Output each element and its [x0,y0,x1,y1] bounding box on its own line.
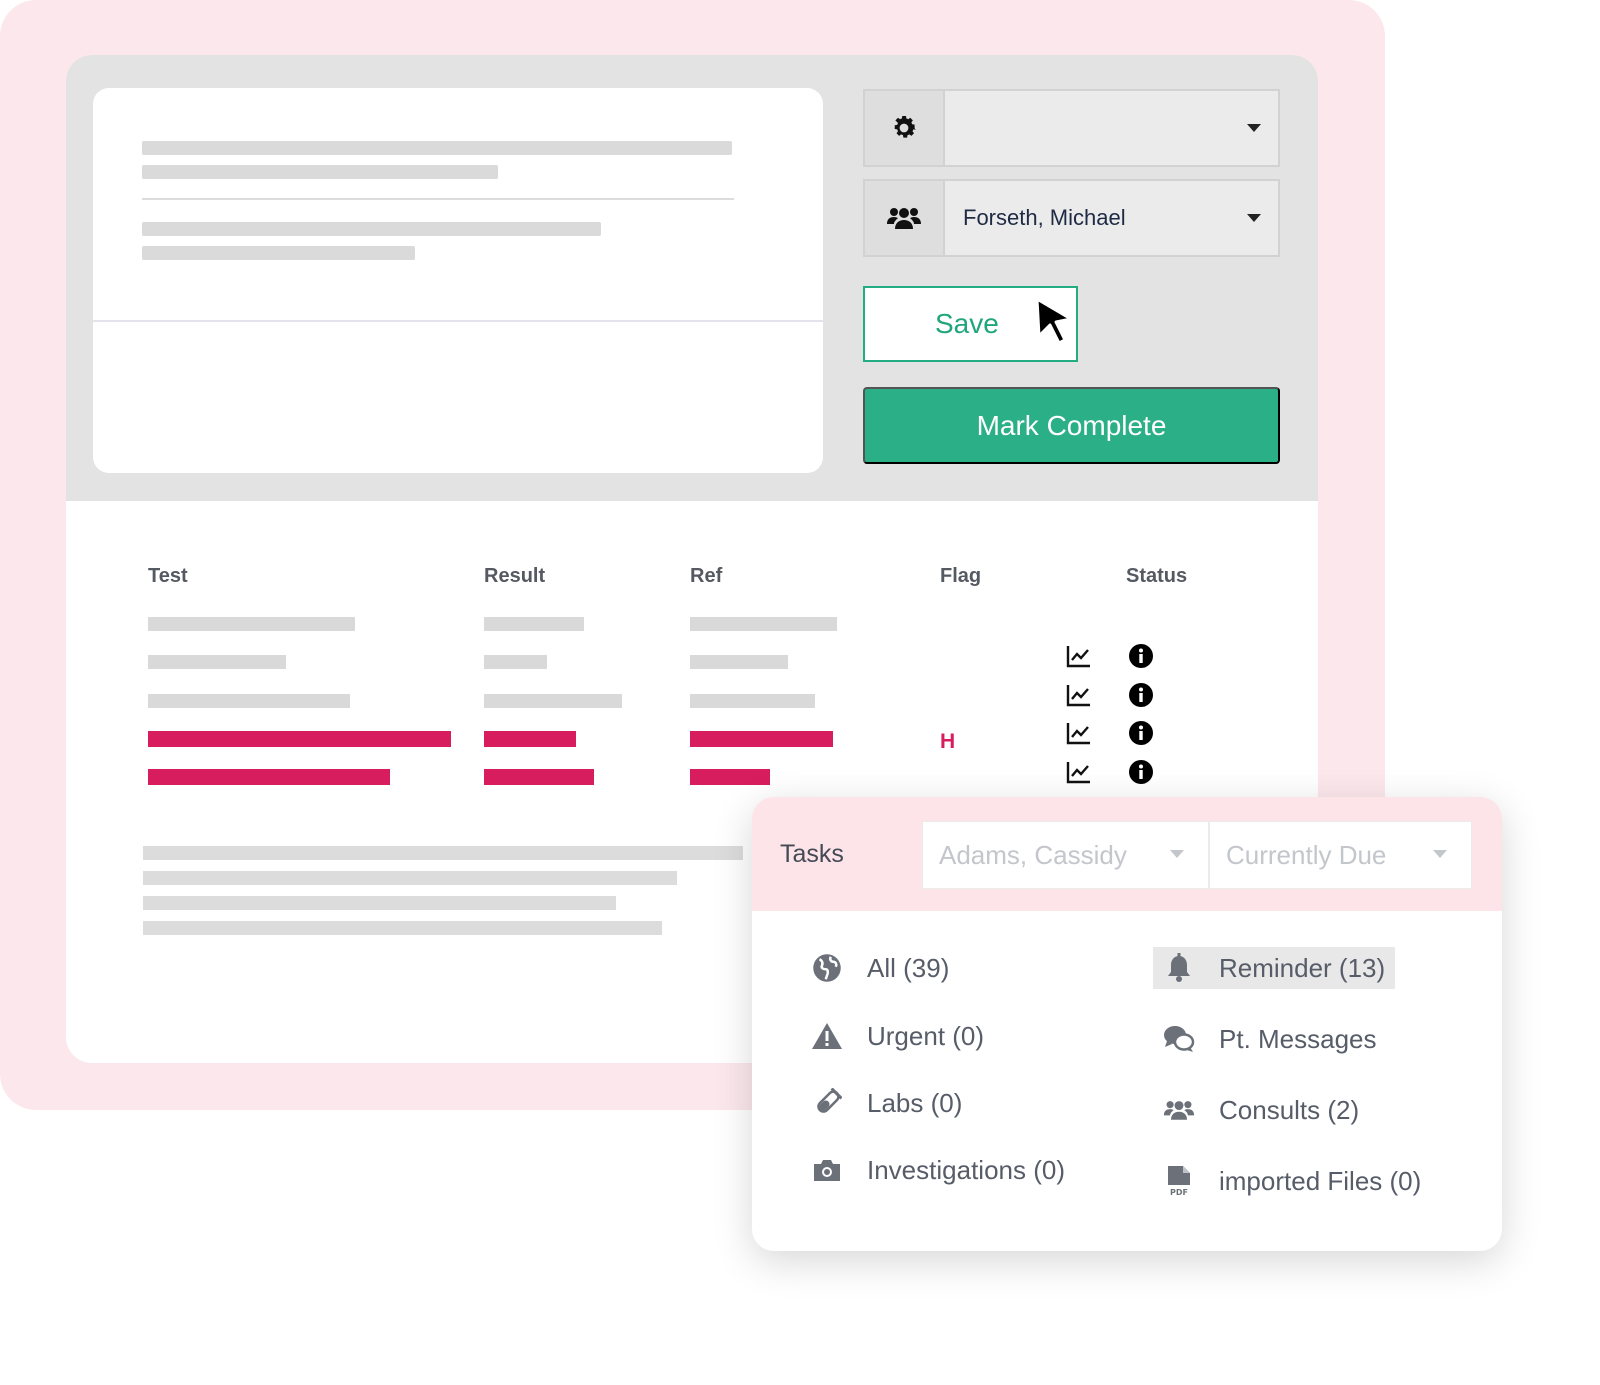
task-category-pt-messages[interactable]: Pt. Messages [1163,1018,1377,1060]
table-cell-test [148,655,286,669]
due-filter-value: Currently Due [1226,839,1387,870]
table-cell-ref [690,617,837,631]
tasks-panel: Tasks Adams, Cassidy Currently Due All (… [752,797,1502,1251]
column-header-result: Result [484,565,546,587]
chat-bubbles-icon [1163,1023,1195,1055]
chevron-down-icon [1230,91,1278,165]
chevron-down-icon [1433,850,1447,858]
warning-icon [811,1020,843,1052]
table-cell-result [484,617,584,631]
task-category-label: Labs (0) [867,1087,963,1118]
trend-chart-icon[interactable] [1066,683,1092,707]
note-text-line [142,246,415,260]
settings-select-value [945,91,1230,165]
people-icon [865,181,945,255]
people-icon [1163,1094,1195,1126]
task-category-label: Pt. Messages [1219,1023,1377,1054]
info-icon[interactable] [1129,760,1153,784]
note-text-line [142,165,498,179]
task-category-label: All (39) [867,952,950,983]
note-divider [93,320,823,322]
due-filter-dropdown[interactable]: Currently Due [1209,821,1472,889]
settings-select[interactable] [863,89,1280,167]
comment-text-line [143,846,743,860]
task-category-label: Reminder (13) [1219,952,1386,983]
task-category-reminder[interactable]: Reminder (13) [1153,947,1396,989]
mouse-cursor-icon [1035,297,1073,345]
info-icon[interactable] [1129,721,1153,745]
table-cell-test [148,694,350,708]
table-cell-test-abnormal [148,731,451,747]
trend-chart-icon[interactable] [1066,721,1092,745]
table-cell-result-abnormal [484,731,576,747]
table-cell-ref [690,694,815,708]
pdf-file-icon: PDF [1163,1165,1195,1197]
table-cell-ref-abnormal [690,769,770,785]
note-text-line [142,222,601,236]
trend-chart-icon[interactable] [1066,644,1092,668]
mark-complete-button[interactable]: Mark Complete [863,387,1280,464]
table-cell-result-abnormal [484,769,594,785]
task-category-label: Investigations (0) [867,1154,1065,1185]
assignee-select-value: Forseth, Michael [963,205,1126,230]
info-icon[interactable] [1129,683,1153,707]
column-header-flag: Flag [940,565,982,587]
task-category-investigations[interactable]: Investigations (0) [811,1149,1065,1191]
task-category-label: Consults (2) [1219,1094,1360,1125]
tasks-title: Tasks [780,840,844,868]
gear-icon [865,91,945,165]
note-text-line [142,141,732,155]
svg-text:PDF: PDF [1170,1188,1188,1197]
assignee-select[interactable]: Forseth, Michael [863,179,1280,257]
flag-high: H [940,730,956,753]
table-cell-result [484,694,622,708]
task-category-urgent[interactable]: Urgent (0) [811,1015,984,1057]
task-category-consults[interactable]: Consults (2) [1163,1089,1359,1131]
globe-icon [811,952,843,984]
trend-chart-icon[interactable] [1066,760,1092,784]
note-card[interactable] [93,88,823,473]
table-cell-test [148,617,355,631]
tasks-header: Tasks Adams, Cassidy Currently Due [752,797,1502,911]
table-cell-test-abnormal [148,769,390,785]
info-icon[interactable] [1129,644,1153,668]
column-header-ref: Ref [690,565,723,587]
task-category-all[interactable]: All (39) [811,947,949,989]
table-cell-result [484,655,547,669]
camera-icon [811,1154,843,1186]
table-cell-ref-abnormal [690,731,833,747]
chevron-down-icon [1170,850,1184,858]
test-tube-icon [811,1087,843,1119]
task-category-labs[interactable]: Labs (0) [811,1082,962,1124]
table-cell-ref [690,655,788,669]
comment-text-line [143,871,677,885]
comment-text-line [143,896,616,910]
comment-text-line [143,921,662,935]
user-filter-value: Adams, Cassidy [939,839,1127,870]
task-category-label: imported Files (0) [1219,1165,1422,1196]
chevron-down-icon [1230,181,1278,255]
user-filter-dropdown[interactable]: Adams, Cassidy [922,821,1209,889]
bell-icon [1163,952,1195,984]
task-category-imported-files[interactable]: PDF imported Files (0) [1163,1160,1421,1202]
note-rule [142,198,734,200]
column-header-test: Test [148,565,188,587]
task-category-label: Urgent (0) [867,1020,985,1051]
column-header-status: Status [1126,565,1188,587]
